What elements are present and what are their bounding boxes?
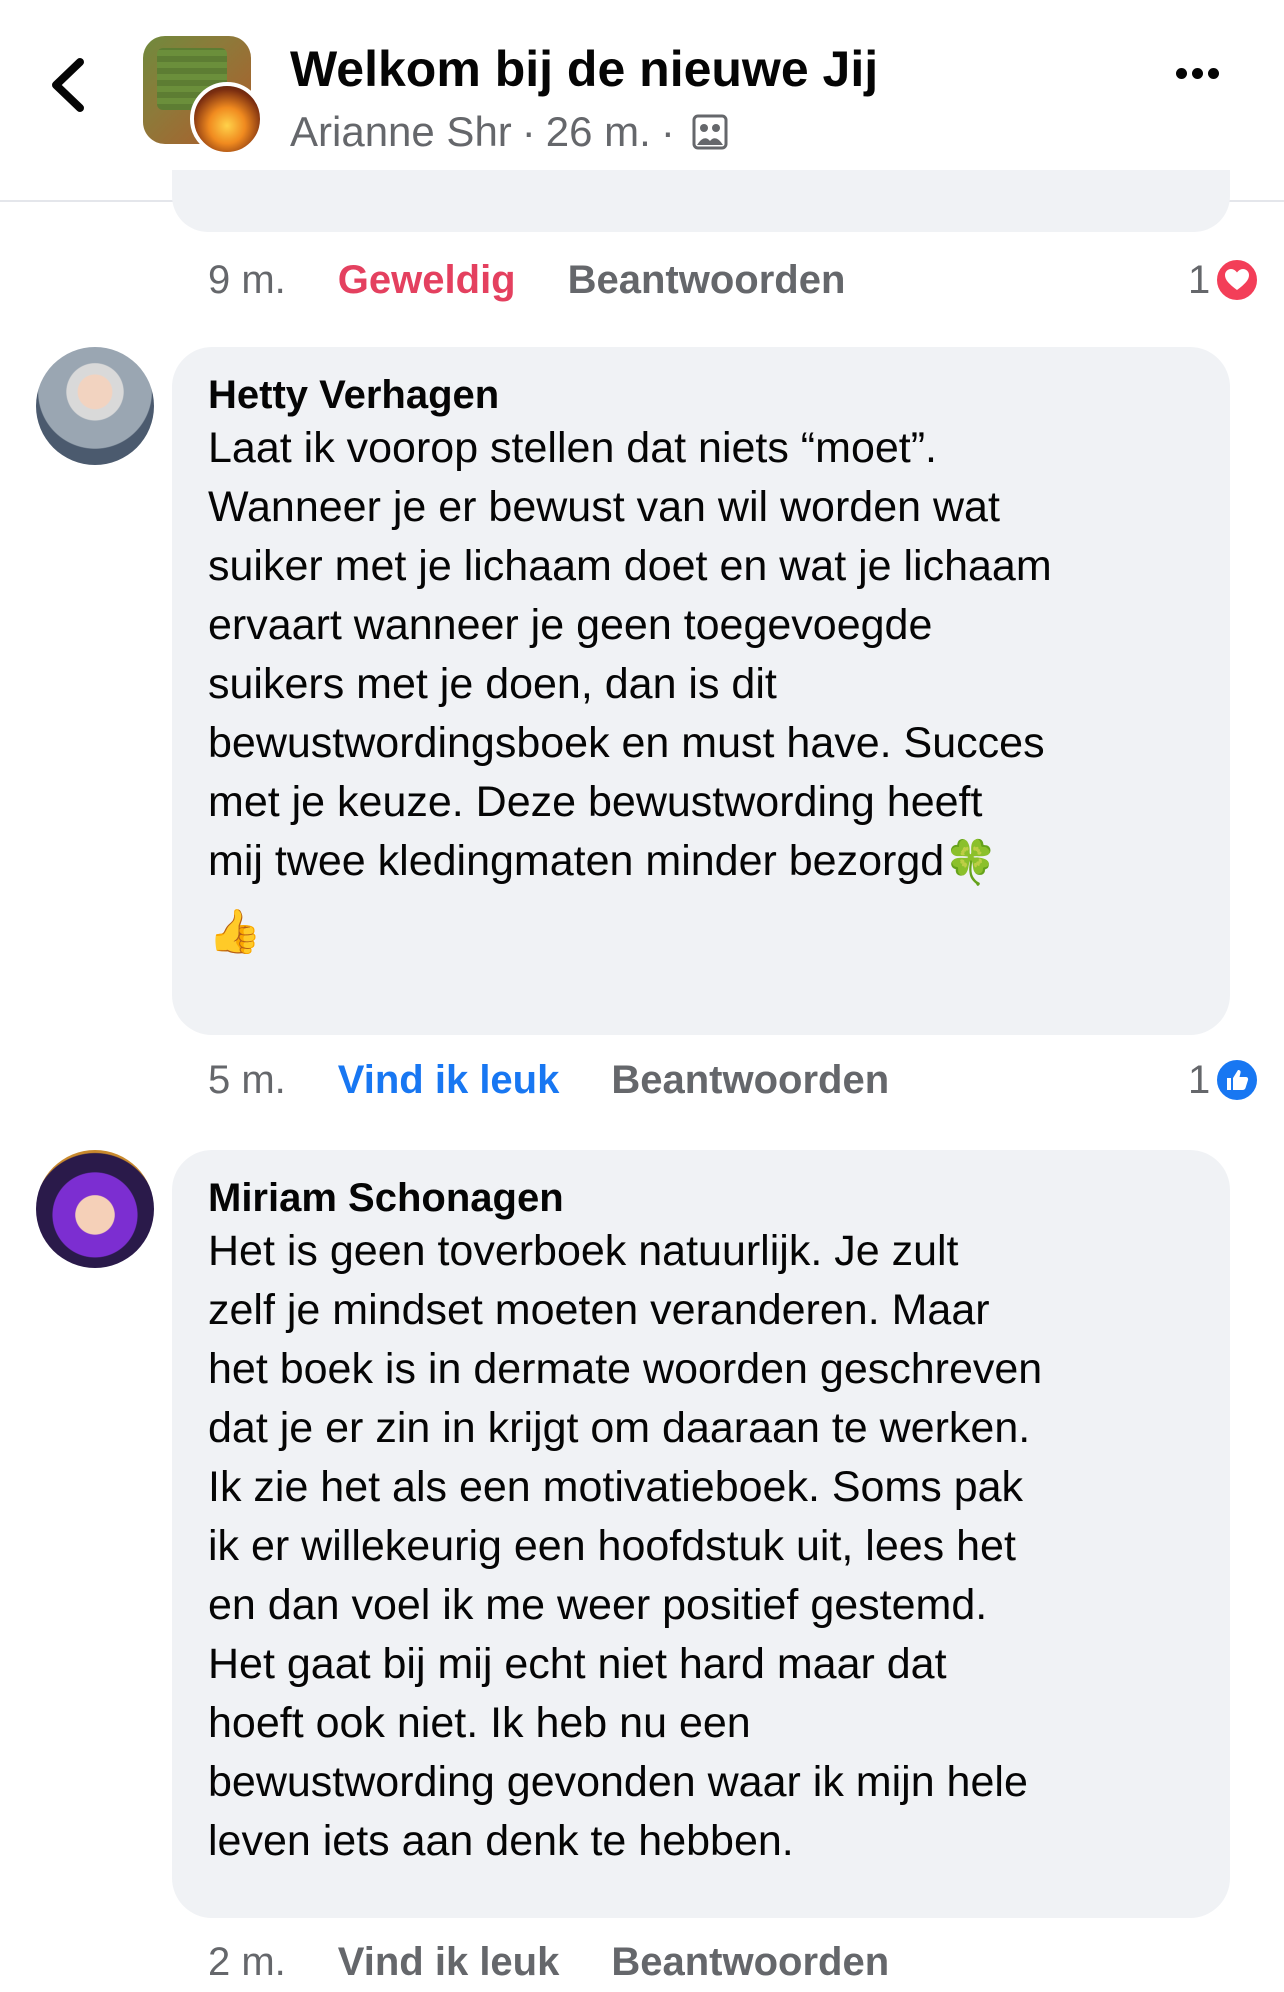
reply-button[interactable]: Beantwoorden (611, 1058, 889, 1103)
comment-time[interactable]: 5 m. (208, 1058, 286, 1103)
comment-emoji-line: 👍 (208, 901, 1194, 962)
comment-time[interactable]: 9 m. (208, 258, 286, 303)
commenter-avatar[interactable] (36, 347, 154, 465)
comment-actions: 5 m. Vind ik leuk Beantwoorden (208, 1050, 889, 1110)
reaction-count[interactable]: 1 (1188, 1050, 1261, 1110)
reaction-count[interactable]: 1 (1188, 250, 1261, 310)
comment-actions: 2 m. Vind ik leuk Beantwoorden (208, 1932, 889, 1992)
thumbs-up-icon: 👍 (208, 908, 262, 957)
reply-button[interactable]: Beantwoorden (611, 1940, 889, 1985)
four-leaf-clover-icon: 🍀 (944, 839, 998, 888)
reaction-count-number: 1 (1188, 1057, 1211, 1102)
post-author[interactable]: Arianne Shr (290, 108, 512, 156)
previous-comment-bubble (172, 170, 1230, 232)
comment-bubble: Miriam Schonagen Het is geen toverboek n… (172, 1150, 1230, 1918)
meta-separator: · (660, 108, 675, 155)
comment-author[interactable]: Hetty Verhagen (208, 371, 1194, 419)
like-button[interactable]: Vind ik leuk (338, 1940, 560, 1985)
comment-text-content: Laat ik voorop stellen dat niets “moet”.… (208, 424, 1052, 885)
dot-icon (1192, 68, 1203, 79)
chevron-left-icon (52, 58, 84, 112)
comment-time[interactable]: 2 m. (208, 1940, 286, 1985)
post-time[interactable]: 26 m. (546, 108, 651, 156)
comment-actions: 9 m. Geweldig Beantwoorden (208, 250, 845, 310)
commenter-avatar[interactable] (36, 1150, 154, 1268)
author-avatar[interactable] (190, 82, 264, 156)
thumbs-up-icon (1214, 1057, 1261, 1103)
group-privacy-icon (692, 114, 728, 150)
more-options-button[interactable] (1176, 66, 1236, 102)
comment-bubble: Hetty Verhagen Laat ik voorop stellen da… (172, 347, 1230, 1035)
back-button[interactable] (40, 50, 100, 120)
reaction-count-number: 1 (1188, 257, 1211, 302)
group-title[interactable]: Welkom bij de nieuwe Jij (290, 40, 878, 98)
dot-icon (1176, 68, 1187, 79)
post-meta: Arianne Shr · 26 m. · (290, 108, 729, 156)
meta-separator: · (521, 108, 536, 155)
comment-author[interactable]: Miriam Schonagen (208, 1174, 1194, 1222)
dot-icon (1208, 68, 1219, 79)
react-button[interactable]: Geweldig (338, 258, 516, 303)
reply-button[interactable]: Beantwoorden (568, 258, 846, 303)
comment-text: Het is geen toverboek natuurlijk. Je zul… (208, 1227, 1043, 1865)
comment-text: Laat ik voorop stellen dat niets “moet”.… (208, 419, 1194, 893)
heart-icon (1214, 257, 1261, 303)
like-button[interactable]: Vind ik leuk (338, 1058, 560, 1103)
